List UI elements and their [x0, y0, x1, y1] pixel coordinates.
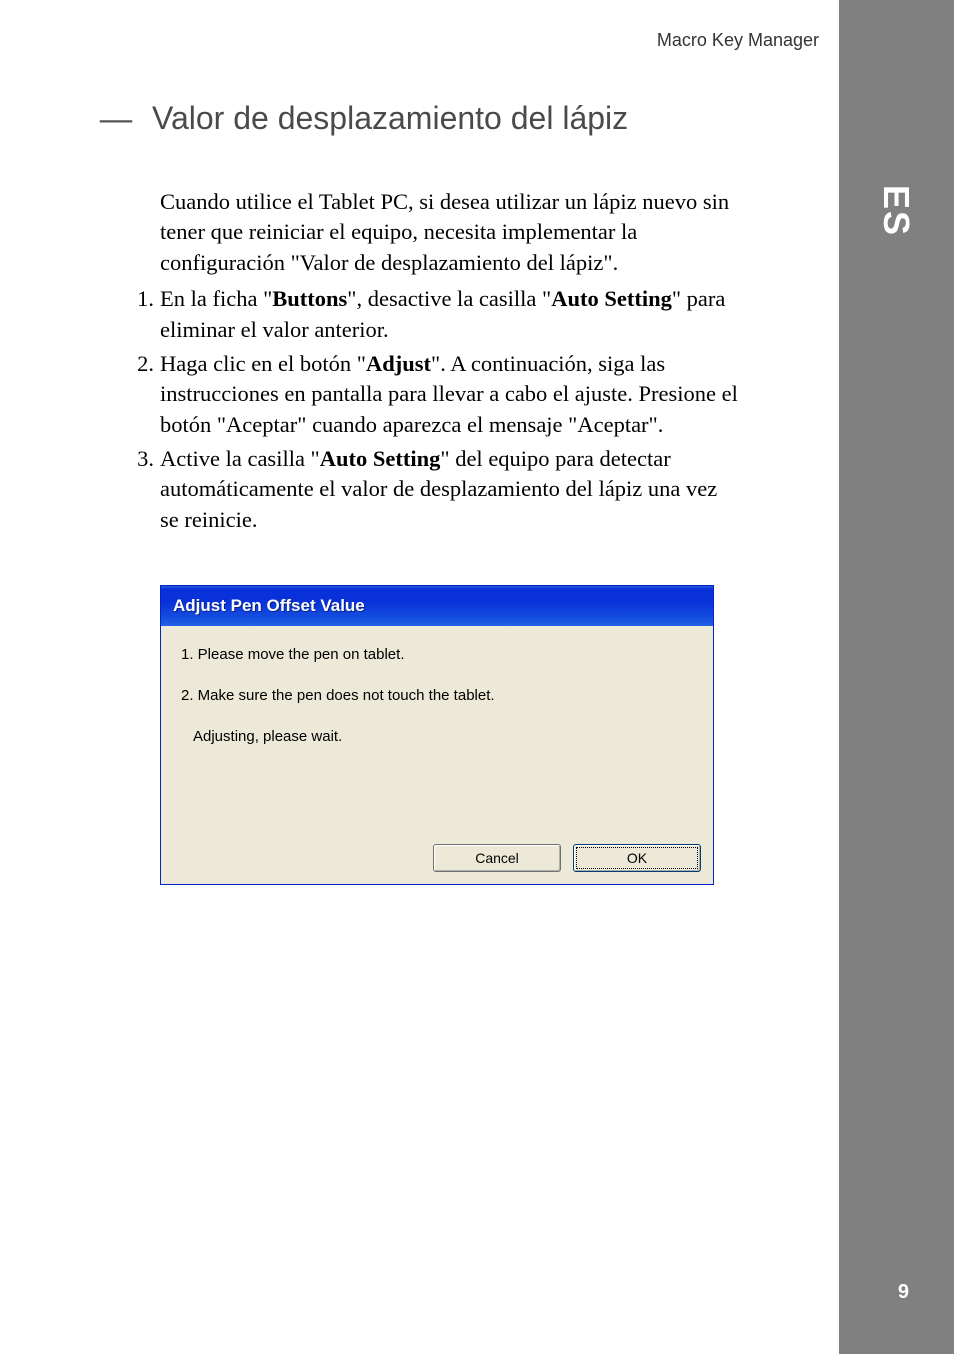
cancel-button[interactable]: Cancel [433, 844, 561, 872]
section-heading: — Valor de desplazamiento del lápiz [100, 100, 740, 137]
intro-paragraph: Cuando utilice el Tablet PC, si desea ut… [160, 187, 740, 278]
dialog-title: Adjust Pen Offset Value [173, 596, 365, 616]
numbered-list: 1. En la ficha "Buttons", desactive la c… [130, 284, 740, 535]
list-number: 3. [130, 444, 160, 535]
dialog-body: 1. Please move the pen on tablet. 2. Mak… [161, 626, 713, 836]
dialog-status: Adjusting, please wait. [181, 728, 693, 745]
content: — Valor de desplazamiento del lápiz Cuan… [100, 100, 740, 885]
dialog-titlebar: Adjust Pen Offset Value [161, 586, 713, 626]
list-text: Haga clic en el botón "Adjust". A contin… [160, 349, 740, 440]
dialog-button-row: Cancel OK [161, 836, 713, 884]
list-number: 1. [130, 284, 160, 345]
dialog-window: Adjust Pen Offset Value 1. Please move t… [160, 585, 714, 885]
page-number: 9 [898, 1281, 909, 1304]
dialog-instruction-2: 2. Make sure the pen does not touch the … [181, 687, 693, 704]
sidebar: ES 9 [839, 0, 954, 1354]
list-item: 1. En la ficha "Buttons", desactive la c… [130, 284, 740, 345]
list-number: 2. [130, 349, 160, 440]
ok-button[interactable]: OK [573, 844, 701, 872]
heading-text: Valor de desplazamiento del lápiz [152, 100, 628, 137]
heading-dash: — [100, 100, 132, 137]
list-text: En la ficha "Buttons", desactive la casi… [160, 284, 740, 345]
header-title: Macro Key Manager [657, 30, 819, 51]
list-text: Active la casilla "Auto Setting" del equ… [160, 444, 740, 535]
language-label: ES [875, 185, 917, 237]
dialog-instruction-1: 1. Please move the pen on tablet. [181, 646, 693, 663]
list-item: 3. Active la casilla "Auto Setting" del … [130, 444, 740, 535]
list-item: 2. Haga clic en el botón "Adjust". A con… [130, 349, 740, 440]
